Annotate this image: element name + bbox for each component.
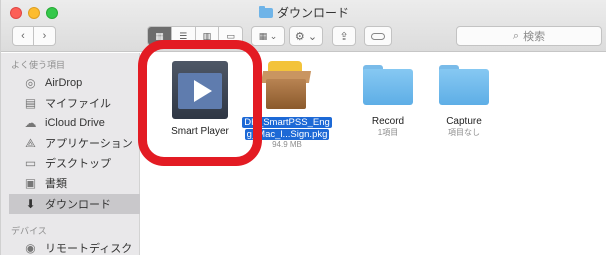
sidebar-item-documents[interactable]: ▣ 書類 [1,173,140,193]
sidebar-item-label: 書類 [45,178,67,190]
file-item-capture-folder[interactable]: Capture 項目なし [424,116,504,138]
disc-icon: ◉ [25,241,36,255]
sidebar: よく使う項目 ◎ AirDrop ▤ マイファイル ☁ iCloud Drive… [1,53,140,255]
sidebar-item-label: マイファイル [45,98,111,110]
sidebar-item-applications[interactable]: ⟁ アプリケーション [1,133,140,153]
sidebar-item-remote-disc[interactable]: ◉ リモートディスク [1,238,140,255]
chevron-left-icon: ‹ [21,30,25,42]
file-name: Record [371,116,405,127]
search-placeholder: 検索 [523,31,546,43]
action-button[interactable]: ⚙ ⌄ [289,26,323,46]
file-name: Capture [446,116,482,127]
sidebar-item-airdrop[interactable]: ◎ AirDrop [1,73,140,93]
share-icon: ⇪ [339,30,349,43]
back-button[interactable]: ‹ [12,26,34,46]
documents-icon: ▣ [24,176,37,190]
sidebar-item-downloads[interactable]: ⬇ ダウンロード [9,194,140,214]
folder-icon[interactable] [363,65,413,105]
search-field[interactable]: ⌕ 検索 [456,26,602,46]
sidebar-item-label: AirDrop [45,77,83,89]
all-files-icon: ▤ [24,96,37,110]
tag-button[interactable] [364,26,392,46]
item-count: 1項目 [377,128,399,137]
window-title: ダウンロード [1,4,606,21]
airdrop-icon: ◎ [25,76,36,90]
sidebar-item-label: リモートディスク [45,243,133,255]
sidebar-item-desktop[interactable]: ▭ デスクトップ [1,153,140,173]
arrange-button[interactable]: ▦ ⌄ [251,26,285,46]
gear-icon: ⚙ ⌄ [294,30,318,43]
applications-icon: ⟁ [25,135,36,150]
search-icon: ⌕ [512,29,520,42]
sidebar-item-label: デスクトップ [45,158,111,170]
chevron-right-icon: › [42,30,47,42]
desktop-icon: ▭ [24,156,37,170]
sidebar-item-label: iCloud Drive [45,117,105,129]
arrange-icon: ▦ ⌄ [258,30,278,41]
tag-icon [371,32,385,40]
forward-button[interactable]: › [34,26,56,46]
share-button[interactable]: ⇪ [332,26,356,46]
finder-window: ダウンロード ‹ › ▦ ☰ ▥ ▭ ▦ ⌄ ⚙ ⌄ ⇪ ⌕ 検索 よく使う項目… [0,0,606,255]
item-count: 項目なし [448,128,480,137]
sidebar-item-label: アプリケーション [45,138,133,150]
annotation-highlight-circle [138,40,262,166]
toolbar: ダウンロード ‹ › ▦ ☰ ▥ ▭ ▦ ⌄ ⚙ ⌄ ⇪ ⌕ 検索 [1,0,606,52]
sidebar-item-label: ダウンロード [45,199,111,211]
sidebar-item-icloud-drive[interactable]: ☁ iCloud Drive [1,113,140,133]
folder-icon[interactable] [439,65,489,105]
cloud-icon: ☁ [24,116,37,130]
downloads-icon: ⬇ [25,197,36,211]
window-title-text: ダウンロード [276,6,349,20]
sidebar-item-all-files[interactable]: ▤ マイファイル [1,93,140,113]
file-item-record-folder[interactable]: Record 1項目 [348,116,428,138]
devices-header: デバイス [11,226,47,236]
favorites-header: よく使う項目 [11,60,66,70]
folder-icon [258,6,273,18]
package-installer-icon[interactable] [260,61,312,111]
